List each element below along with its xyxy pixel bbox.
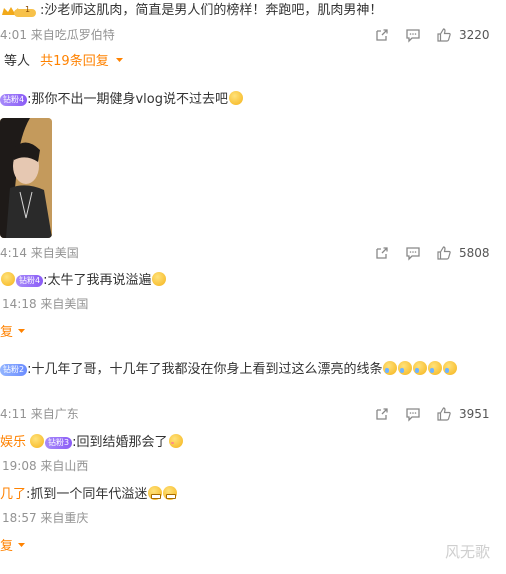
like-icon[interactable]: [436, 406, 452, 422]
comment-4-meta: 4:11 来自广东: [0, 407, 79, 421]
fan-badge: 钻粉4: [16, 274, 44, 287]
comment-5-meta: 19:08 来自山西: [2, 459, 89, 473]
chevron-down-icon[interactable]: [115, 56, 124, 64]
avatar-emoji-icon: [30, 434, 45, 448]
reply-label[interactable]: 复: [0, 539, 13, 554]
like-count: 3951: [459, 407, 490, 421]
comment-icon[interactable]: [405, 406, 421, 422]
cry-emoji-icon: [428, 361, 443, 375]
comment-3-text: :太牛了我再说溢遍: [43, 273, 152, 288]
reply-label[interactable]: 复: [0, 325, 13, 340]
comment-5-line: 娱乐 钻粉3:回到结婚那会了: [0, 434, 183, 452]
replies-row: 等人 共19条回复: [4, 53, 124, 71]
comment-icon[interactable]: [405, 27, 421, 43]
chevron-down-icon[interactable]: [17, 541, 26, 549]
blush-emoji-icon: [168, 434, 183, 448]
chevron-down-icon[interactable]: [17, 327, 26, 335]
fan-badge: 钻粉3: [45, 436, 73, 449]
watermark: 风无歌: [445, 543, 491, 561]
comment-6-text: :抓到一个同年代溢迷: [26, 487, 148, 502]
reply-link[interactable]: 复: [0, 538, 26, 556]
cat-emoji-icon: [229, 91, 243, 105]
comment-6-line: 几了:抓到一个同年代溢迷: [0, 486, 178, 504]
comment-2-meta: 4:14 来自美国: [0, 246, 79, 260]
share-icon[interactable]: [374, 406, 390, 422]
comment-2-text: :那你不出一期健身vlog说不过去吧: [27, 92, 228, 107]
comment-4-text: :十几年了哥，十几年了我都没在你身上看到过这么漂亮的线条: [27, 362, 383, 377]
comment-5-text: :回到结婚那会了: [72, 435, 168, 450]
fan-badge: 钻粉2: [0, 363, 28, 376]
comment-3-line: 钻粉4:太牛了我再说溢遍: [0, 272, 167, 290]
share-icon[interactable]: [374, 245, 390, 261]
grin-emoji-icon: [148, 486, 163, 500]
comment-4-line: 钻粉2:十几年了哥，十几年了我都没在你身上看到过这么漂亮的线条: [0, 361, 458, 379]
like-count: 3220: [459, 28, 490, 42]
like-count: 5808: [459, 246, 490, 260]
comment-2-line: 钻粉4:那你不出一期健身vlog说不过去吧: [0, 91, 243, 109]
share-icon[interactable]: [374, 27, 390, 43]
replies-prefix: 等人: [4, 54, 31, 69]
username[interactable]: 娱乐: [0, 435, 26, 450]
cry-emoji-icon: [398, 361, 413, 375]
avatar-emoji-icon: [1, 272, 15, 286]
fan-badge: 钻粉4: [0, 93, 28, 106]
cry-emoji-icon: [443, 361, 458, 375]
grin-emoji-icon: [163, 486, 178, 500]
crown-badge: 1: [0, 4, 38, 18]
like-icon[interactable]: [436, 245, 452, 261]
comment-1-text: :沙老师这肌肉，简直是男人们的榜样！奔跑吧，肌肉男神！: [40, 3, 383, 18]
comment-3-meta: 14:18 来自美国: [2, 297, 89, 311]
cry-emoji-icon: [383, 361, 398, 375]
comment-1-meta: 4:01 来自吃瓜罗伯特: [0, 28, 115, 42]
comment-image[interactable]: [0, 118, 52, 238]
replies-link[interactable]: 共19条回复: [40, 54, 109, 69]
reply-link[interactable]: 复: [0, 324, 26, 342]
username[interactable]: 几了: [0, 487, 26, 502]
cry-emoji-icon: [413, 361, 428, 375]
comment-icon[interactable]: [405, 245, 421, 261]
smile-emoji-icon: [152, 272, 167, 286]
like-icon[interactable]: [436, 27, 452, 43]
comment-6-meta: 18:57 来自重庆: [2, 511, 89, 525]
